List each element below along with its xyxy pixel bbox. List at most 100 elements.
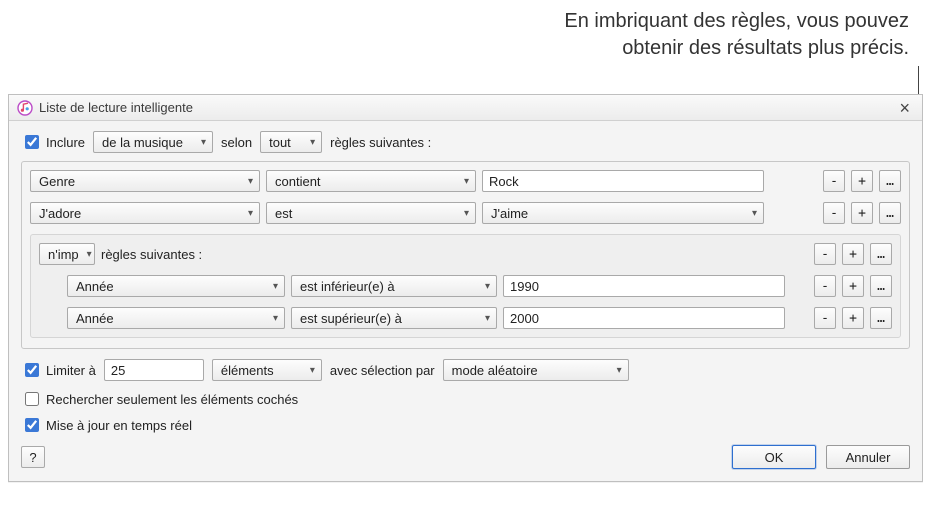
rule-row: Genre ▾ contient ▾ Rock - + … (30, 170, 901, 192)
live-update-row: Mise à jour en temps réel (21, 415, 910, 435)
chevron-down-icon: ▾ (273, 313, 278, 324)
rule-more-button[interactable]: … (879, 202, 901, 224)
remove-rule-button[interactable]: - (814, 275, 836, 297)
add-rule-button[interactable]: + (842, 275, 864, 297)
annotation-line1: En imbriquant des règles, vous pouvez (564, 10, 909, 32)
rule-more-button[interactable]: … (870, 243, 892, 265)
limit-checkbox-input[interactable] (25, 363, 39, 377)
itunes-icon (17, 100, 33, 116)
close-icon[interactable]: × (895, 99, 914, 117)
rule-value-select[interactable]: J'aime ▾ (482, 202, 764, 224)
selon-label: selon (221, 135, 252, 150)
add-rule-button[interactable]: + (851, 202, 873, 224)
rule-row: Année ▾ est supérieur(e) à ▾ 2000 - + … (67, 307, 892, 329)
rule-op-value: est supérieur(e) à (300, 311, 402, 326)
chevron-down-icon: ▾ (310, 137, 315, 148)
rule-row: Année ▾ est inférieur(e) à ▾ 1990 - + … (67, 275, 892, 297)
include-label: Inclure (46, 135, 85, 150)
rule-value-input[interactable]: Rock (482, 170, 764, 192)
add-rule-button[interactable]: + (842, 307, 864, 329)
rule-field-value: Genre (39, 174, 75, 189)
remove-rule-button[interactable]: - (823, 202, 845, 224)
rule-value-input[interactable]: 1990 (503, 275, 785, 297)
limit-checkbox[interactable]: Limiter à (21, 360, 96, 380)
cancel-button[interactable]: Annuler (826, 445, 910, 469)
remove-rule-button[interactable]: - (814, 243, 836, 265)
help-button[interactable]: ? (21, 446, 45, 468)
footer-row: ? OK Annuler (21, 445, 910, 469)
selected-by-label: avec sélection par (330, 363, 435, 378)
rule-field-select[interactable]: J'adore ▾ (30, 202, 260, 224)
chevron-down-icon: ▾ (617, 365, 622, 376)
live-update-label: Mise à jour en temps réel (46, 418, 192, 433)
limit-value-text: 25 (111, 363, 125, 378)
media-select-value: de la musique (102, 135, 183, 150)
rule-row: J'adore ▾ est ▾ J'aime ▾ - + … (30, 202, 901, 224)
rule-value-input[interactable]: 2000 (503, 307, 785, 329)
limit-value-input[interactable]: 25 (104, 359, 204, 381)
include-checkbox[interactable]: Inclure (21, 132, 85, 152)
live-update-checkbox[interactable]: Mise à jour en temps réel (21, 415, 192, 435)
limit-label: Limiter à (46, 363, 96, 378)
rule-op-value: est inférieur(e) à (300, 279, 395, 294)
rules-container: Genre ▾ contient ▾ Rock - + … (21, 161, 910, 349)
match-row: Inclure de la musique ▾ selon tout ▾ règ… (21, 131, 910, 153)
dialog-content: Inclure de la musique ▾ selon tout ▾ règ… (9, 121, 922, 481)
rule-op-select[interactable]: contient ▾ (266, 170, 476, 192)
remove-rule-button[interactable]: - (823, 170, 845, 192)
rule-more-button[interactable]: … (870, 307, 892, 329)
chevron-down-icon: ▾ (485, 313, 490, 324)
any-select-value: tout (269, 135, 291, 150)
rule-field-select[interactable]: Année ▾ (67, 275, 285, 297)
rules-suffix: règles suivantes : (330, 135, 431, 150)
titlebar: Liste de lecture intelligente × (9, 95, 922, 121)
rule-op-select[interactable]: est ▾ (266, 202, 476, 224)
rule-field-select[interactable]: Année ▾ (67, 307, 285, 329)
limit-mode-value: mode aléatoire (452, 363, 538, 378)
rule-value-text: J'aime (491, 206, 528, 221)
nested-rules-suffix: règles suivantes : (101, 247, 202, 262)
dialog-title: Liste de lecture intelligente (39, 100, 193, 115)
live-update-checkbox-input[interactable] (25, 418, 39, 432)
rule-op-value: est (275, 206, 292, 221)
chevron-down-icon: ▾ (201, 137, 206, 148)
chevron-down-icon: ▾ (752, 208, 757, 219)
limit-row: Limiter à 25 éléments ▾ avec sélection p… (21, 359, 910, 381)
rule-field-value: Année (76, 279, 114, 294)
nested-match-row: n'imp ▾ règles suivantes : - + … (39, 243, 892, 265)
annotation-caption: En imbriquant des règles, vous pouvez ob… (564, 8, 909, 62)
rule-field-value: Année (76, 311, 114, 326)
rule-op-select[interactable]: est supérieur(e) à ▾ (291, 307, 497, 329)
checked-only-checkbox[interactable]: Rechercher seulement les éléments cochés (21, 389, 298, 409)
ok-button[interactable]: OK (732, 445, 816, 469)
chevron-down-icon: ▾ (310, 365, 315, 376)
limit-unit-select[interactable]: éléments ▾ (212, 359, 322, 381)
checked-only-checkbox-input[interactable] (25, 392, 39, 406)
add-rule-button[interactable]: + (842, 243, 864, 265)
limit-unit-value: éléments (221, 363, 274, 378)
nested-match-value: n'imp (48, 247, 79, 262)
add-rule-button[interactable]: + (851, 170, 873, 192)
chevron-down-icon: ▾ (248, 208, 253, 219)
rule-more-button[interactable]: … (870, 275, 892, 297)
checked-only-label: Rechercher seulement les éléments cochés (46, 392, 298, 407)
chevron-down-icon: ▾ (87, 249, 92, 260)
chevron-down-icon: ▾ (485, 281, 490, 292)
rule-value-text: 2000 (510, 311, 539, 326)
media-select[interactable]: de la musique ▾ (93, 131, 213, 153)
chevron-down-icon: ▾ (248, 176, 253, 187)
rule-op-select[interactable]: est inférieur(e) à ▾ (291, 275, 497, 297)
rule-value-text: 1990 (510, 279, 539, 294)
remove-rule-button[interactable]: - (814, 307, 836, 329)
any-select[interactable]: tout ▾ (260, 131, 322, 153)
nested-rule-group: n'imp ▾ règles suivantes : - + … Année ▾ (30, 234, 901, 338)
chevron-down-icon: ▾ (464, 208, 469, 219)
rule-field-select[interactable]: Genre ▾ (30, 170, 260, 192)
rule-more-button[interactable]: … (879, 170, 901, 192)
annotation-line2: obtenir des résultats plus précis. (622, 37, 909, 59)
limit-mode-select[interactable]: mode aléatoire ▾ (443, 359, 629, 381)
include-checkbox-input[interactable] (25, 135, 39, 149)
nested-match-select[interactable]: n'imp ▾ (39, 243, 95, 265)
rule-op-value: contient (275, 174, 321, 189)
smart-playlist-dialog: Liste de lecture intelligente × Inclure … (8, 94, 923, 482)
